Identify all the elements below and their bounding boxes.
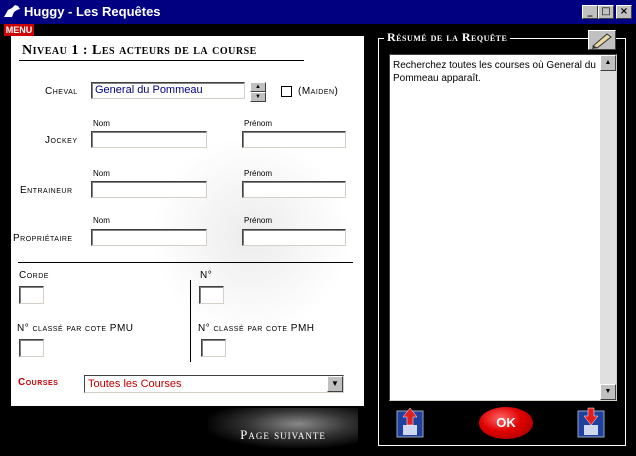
summary-text: Recherchez toutes les courses où General… — [393, 60, 596, 84]
classe-pmh-label: N° classé par cote PMH — [198, 323, 315, 334]
maiden-label: (Maiden) — [298, 86, 339, 97]
title-bar: Huggy - Les Requêtes _ □ × — [0, 0, 636, 24]
entraineur-nom-label: Nom — [93, 169, 110, 178]
classe-pmh-input[interactable] — [201, 339, 226, 357]
proprietaire-prenom-input[interactable] — [242, 229, 346, 246]
window-title: Huggy - Les Requêtes — [24, 4, 161, 19]
courses-label: Courses — [18, 377, 59, 388]
divider — [19, 60, 304, 61]
maiden-checkbox[interactable] — [281, 86, 292, 97]
classe-pmu-input[interactable] — [19, 339, 44, 357]
jockey-nom-input[interactable] — [91, 131, 207, 148]
scroll-up-icon[interactable]: ▲ — [600, 55, 616, 71]
cheval-spinner[interactable]: ▲ ▼ — [250, 82, 266, 102]
proprietaire-prenom-label: Prénom — [244, 216, 273, 225]
entraineur-prenom-input[interactable] — [242, 181, 346, 198]
load-download-icon[interactable] — [574, 405, 610, 441]
entraineur-prenom-label: Prénom — [244, 169, 273, 178]
summary-title: Résumé de la Requête — [384, 30, 511, 45]
section-title: Niveau 1 : Les acteurs de la course — [22, 43, 257, 58]
jockey-prenom-label: Prénom — [244, 119, 273, 128]
cheval-input[interactable]: General du Pommeau — [91, 82, 245, 99]
chevron-down-icon[interactable]: ▼ — [327, 376, 343, 392]
courses-selected-value: Toutes les Courses — [88, 378, 182, 390]
summary-scrollbar[interactable]: ▲ ▼ — [600, 55, 616, 400]
corde-label: Corde — [19, 270, 49, 281]
vertical-divider — [190, 280, 191, 362]
courses-select[interactable]: Toutes les Courses ▼ — [84, 375, 344, 393]
proprietaire-nom-input[interactable] — [91, 229, 207, 246]
maximize-button[interactable]: □ — [598, 5, 614, 19]
spin-up-icon[interactable]: ▲ — [250, 82, 266, 92]
cheval-label: Cheval — [45, 86, 78, 97]
entraineur-nom-input[interactable] — [91, 181, 207, 198]
minimize-button[interactable]: _ — [582, 5, 598, 19]
save-upload-icon[interactable] — [393, 405, 429, 441]
summary-textbox[interactable]: Recherchez toutes les courses où General… — [389, 54, 617, 401]
numero-input[interactable] — [199, 286, 224, 304]
classe-pmu-label: N° classé par cote PMU — [17, 323, 134, 334]
horse-icon — [4, 5, 20, 17]
jockey-prenom-input[interactable] — [242, 131, 346, 148]
cheval-value: General du Pommeau — [95, 84, 203, 96]
proprietaire-label: Propriétaire — [13, 233, 73, 244]
spin-down-icon[interactable]: ▼ — [250, 92, 266, 102]
ok-button[interactable]: OK — [479, 407, 533, 439]
numero-label: N° — [200, 270, 213, 281]
corde-input[interactable] — [19, 286, 44, 304]
entraineur-label: Entraineur — [20, 185, 73, 196]
actors-panel: Niveau 1 : Les acteurs de la course Chev… — [11, 36, 364, 406]
menu-button[interactable]: MENU — [4, 24, 34, 36]
jockey-nom-label: Nom — [93, 119, 110, 128]
next-page-button[interactable]: Page suivante — [208, 408, 358, 448]
summary-panel: Résumé de la Requête Recherchez toutes l… — [378, 30, 626, 446]
jockey-label: Jockey — [45, 135, 78, 146]
divider — [18, 262, 353, 263]
proprietaire-nom-label: Nom — [93, 216, 110, 225]
close-button[interactable]: × — [616, 5, 632, 19]
scroll-down-icon[interactable]: ▼ — [600, 384, 616, 400]
pencil-icon[interactable] — [588, 30, 616, 50]
